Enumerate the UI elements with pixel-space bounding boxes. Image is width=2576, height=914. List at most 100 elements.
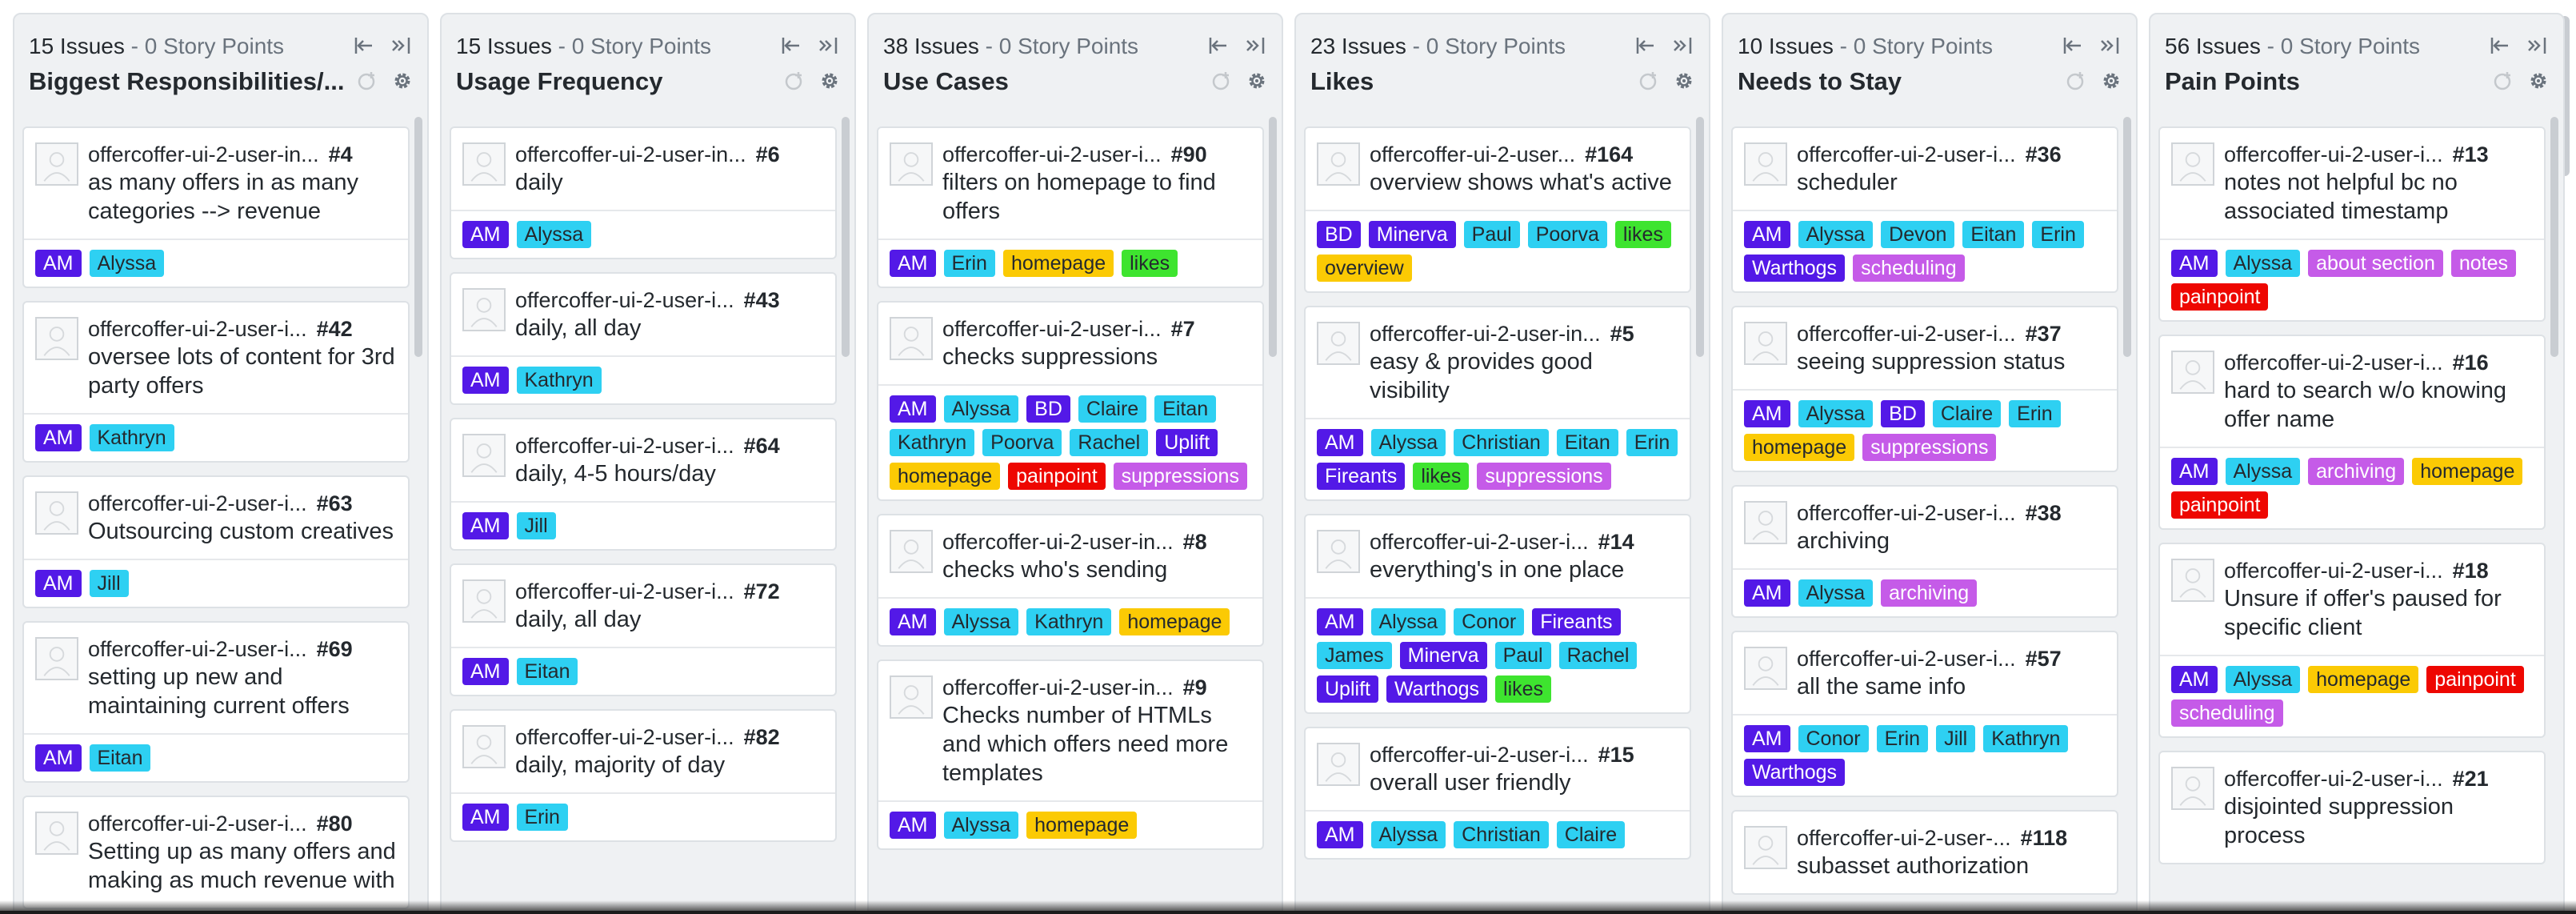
gear-icon[interactable] <box>1246 70 1267 91</box>
collapse-left-icon[interactable] <box>781 35 802 56</box>
label-paul[interactable]: Paul <box>1463 221 1520 248</box>
label-erin[interactable]: Erin <box>2032 221 2084 248</box>
label-alyssa[interactable]: Alyssa <box>2225 458 2301 485</box>
repo-name[interactable]: offercoffer-ui-2-user-i... <box>1797 320 2016 347</box>
issue-title[interactable]: daily <box>515 168 824 197</box>
label-archiving[interactable]: archiving <box>2308 458 2405 485</box>
label-jill[interactable]: Jill <box>1936 725 1976 752</box>
issue-card[interactable]: offercoffer-ui-2-user-in... #8 checks who… <box>877 514 1264 647</box>
issue-card[interactable]: offercoffer-ui-2-user-i... #16 hard to se… <box>2158 335 2546 530</box>
label-rachel[interactable]: Rachel <box>1070 429 1149 456</box>
collapse-left-icon[interactable] <box>2062 35 2083 56</box>
label-alyssa[interactable]: Alyssa <box>943 608 1019 635</box>
repo-name[interactable]: offercoffer-ui-2-user-i... <box>1797 499 2016 527</box>
repo-name[interactable]: offercoffer-ui-2-user-i... <box>88 635 307 663</box>
label-overview[interactable]: overview <box>1317 255 1412 282</box>
label-am[interactable]: AM <box>462 367 509 394</box>
label-painpoint[interactable]: painpoint <box>2426 666 2524 693</box>
issue-title[interactable]: Checks number of HTMLs and which offers … <box>942 701 1251 788</box>
label-erin[interactable]: Erin <box>1876 725 1929 752</box>
issue-title[interactable]: checks suppressions <box>942 343 1251 371</box>
label-eitan[interactable]: Eitan <box>1154 395 1217 423</box>
issue-number[interactable]: #7 <box>1171 315 1195 343</box>
label-am[interactable]: AM <box>2171 458 2218 485</box>
collapse-left-icon[interactable] <box>2490 35 2510 56</box>
label-homepage[interactable]: homepage <box>1002 250 1114 277</box>
label-likes[interactable]: likes <box>1495 675 1552 703</box>
label-minerva[interactable]: Minerva <box>1399 642 1487 669</box>
issue-number[interactable]: #21 <box>2453 765 2489 792</box>
label-am[interactable]: AM <box>1317 608 1363 635</box>
label-fireants[interactable]: Fireants <box>1532 608 1621 635</box>
collapse-right-icon[interactable] <box>390 35 411 56</box>
label-alyssa[interactable]: Alyssa <box>1370 608 1446 635</box>
repo-name[interactable]: offercoffer-ui-2-user... <box>1370 141 1575 168</box>
issue-title[interactable]: checks who's sending <box>942 555 1251 584</box>
label-am[interactable]: AM <box>890 608 936 635</box>
issue-card[interactable]: offercoffer-ui-2-user-in... #6 daily AM Al… <box>450 126 837 259</box>
repo-name[interactable]: offercoffer-ui-2-user-in... <box>515 141 746 168</box>
collapse-right-icon[interactable] <box>2526 35 2547 56</box>
issue-card[interactable]: offercoffer-ui-2-user-i... #43 daily, all… <box>450 272 837 405</box>
repo-name[interactable]: offercoffer-ui-2-user-i... <box>2224 349 2443 376</box>
issue-number[interactable]: #57 <box>2026 645 2062 672</box>
issue-title[interactable]: disjointed suppression process <box>2224 792 2533 850</box>
label-claire[interactable]: Claire <box>1078 395 1147 423</box>
label-homepage[interactable]: homepage <box>1026 812 1138 839</box>
label-suppressions[interactable]: suppressions <box>1862 434 1997 461</box>
gear-icon[interactable] <box>1674 70 1694 91</box>
issue-number[interactable]: #14 <box>1598 528 1634 555</box>
label-claire[interactable]: Claire <box>1556 821 1626 848</box>
label-homepage[interactable]: homepage <box>1119 608 1230 635</box>
label-am[interactable]: AM <box>462 512 509 539</box>
column-scrollbar[interactable] <box>1696 117 1704 357</box>
label-warthogs[interactable]: Warthogs <box>1744 759 1846 786</box>
repo-name[interactable]: offercoffer-ui-2-user-i... <box>515 578 734 605</box>
issue-number[interactable]: #38 <box>2026 499 2062 527</box>
issue-title[interactable]: daily, majority of day <box>515 751 824 780</box>
issue-card[interactable]: offercoffer-ui-2-user-i... #80 Setting up… <box>22 796 410 909</box>
issue-number[interactable]: #164 <box>1585 141 1633 168</box>
issue-number[interactable]: #13 <box>2453 141 2489 168</box>
repo-name[interactable]: offercoffer-ui-2-user-in... <box>1370 320 1601 347</box>
repo-name[interactable]: offercoffer-ui-2-user-in... <box>942 528 1174 555</box>
issue-title[interactable]: all the same info <box>1797 672 2106 701</box>
repo-name[interactable]: offercoffer-ui-2-user-i... <box>942 141 1162 168</box>
issue-title[interactable]: daily, 4-5 hours/day <box>515 459 824 488</box>
issue-card[interactable]: offercoffer-ui-2-user-in... #4 as many of… <box>22 126 410 288</box>
label-scheduling[interactable]: scheduling <box>1853 255 1965 282</box>
collapse-left-icon[interactable] <box>354 35 374 56</box>
issue-card[interactable]: offercoffer-ui-2-user-i... #42 oversee lo… <box>22 301 410 463</box>
issue-number[interactable]: #6 <box>756 141 780 168</box>
label-warthogs[interactable]: Warthogs <box>1744 255 1846 282</box>
issue-card[interactable]: offercoffer-ui-2-user-i... #69 setting up… <box>22 621 410 783</box>
issue-title[interactable]: daily, all day <box>515 605 824 634</box>
label-am[interactable]: AM <box>462 658 509 685</box>
label-kathryn[interactable]: Kathryn <box>89 424 174 451</box>
add-card-icon[interactable] <box>2493 70 2514 91</box>
label-homepage[interactable]: homepage <box>2308 666 2419 693</box>
gear-icon[interactable] <box>392 70 413 91</box>
label-painpoint[interactable]: painpoint <box>2171 491 2269 519</box>
issue-number[interactable]: #5 <box>1610 320 1634 347</box>
issue-title[interactable]: scheduler <box>1797 168 2106 197</box>
issue-card[interactable]: offercoffer-ui-2-user-in... #9 Checks num… <box>877 659 1264 850</box>
label-am[interactable]: AM <box>35 570 82 597</box>
issue-title[interactable]: easy & provides good visibility <box>1370 347 1678 405</box>
label-scheduling[interactable]: scheduling <box>2171 700 2283 727</box>
label-am[interactable]: AM <box>1744 579 1790 607</box>
issue-card[interactable]: offercoffer-ui-2-user-i... #15 overall us… <box>1304 727 1691 860</box>
label-kathryn[interactable]: Kathryn <box>890 429 975 456</box>
label-eitan[interactable]: Eitan <box>89 744 151 772</box>
label-devon[interactable]: Devon <box>1881 221 1955 248</box>
label-erin[interactable]: Erin <box>1626 429 1678 456</box>
issue-card[interactable]: offercoffer-ui-2-user-i... #37 seeing sup… <box>1731 306 2118 472</box>
issue-number[interactable]: #4 <box>329 141 353 168</box>
label-likes[interactable]: likes <box>1614 221 1671 248</box>
label-about-section[interactable]: about section <box>2308 250 2443 277</box>
label-am[interactable]: AM <box>1744 221 1790 248</box>
label-am[interactable]: AM <box>462 804 509 831</box>
label-alyssa[interactable]: Alyssa <box>943 812 1019 839</box>
repo-name[interactable]: offercoffer-ui-2-user-i... <box>88 810 307 837</box>
add-card-icon[interactable] <box>1211 70 1232 91</box>
